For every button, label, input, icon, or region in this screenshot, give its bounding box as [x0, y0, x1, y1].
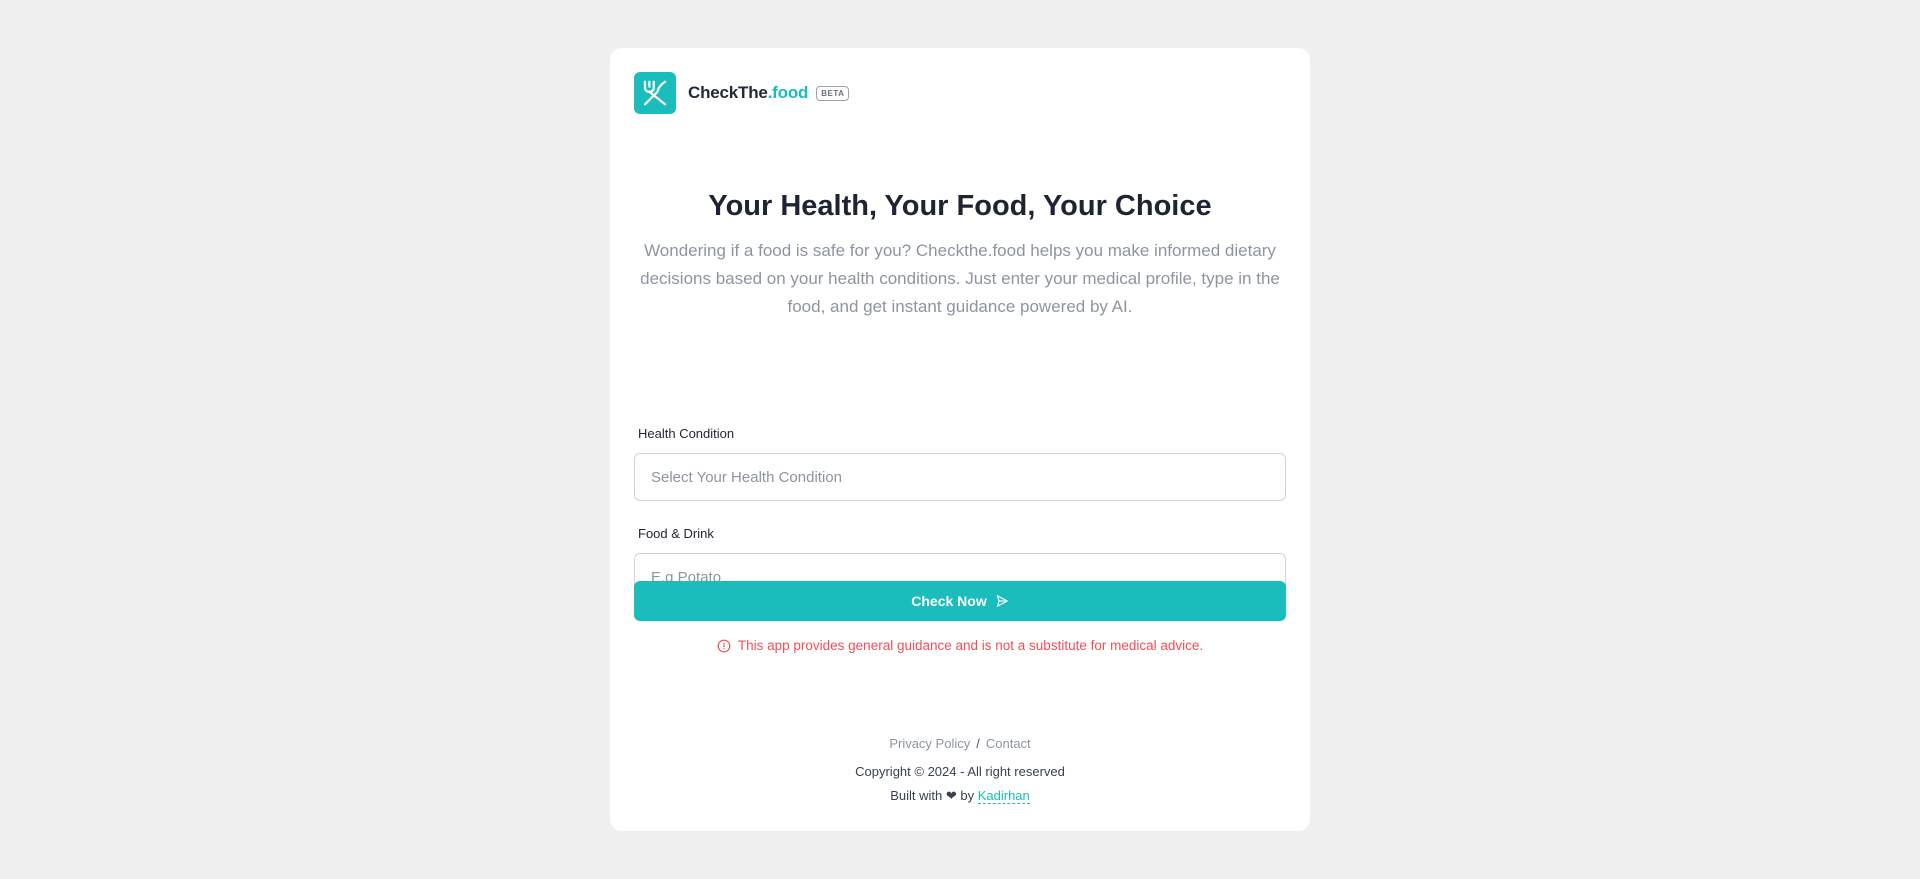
- brand-name: CheckThe.food: [688, 83, 808, 103]
- check-now-button[interactable]: Check Now: [634, 581, 1286, 621]
- brand-header[interactable]: CheckThe.food BETA: [634, 72, 850, 114]
- hero-description: Wondering if a food is safe for you? Che…: [640, 241, 1280, 316]
- footer-links: Privacy Policy / Contact: [610, 736, 1310, 751]
- privacy-policy-link[interactable]: Privacy Policy: [889, 736, 970, 751]
- brand-name-main: CheckThe: [688, 83, 768, 102]
- footer-separator: /: [976, 736, 980, 751]
- info-circle-icon: [717, 639, 731, 653]
- author-link[interactable]: Kadirhan: [977, 788, 1030, 804]
- check-now-label: Check Now: [911, 593, 987, 609]
- health-condition-label: Health Condition: [638, 426, 735, 441]
- send-icon: [995, 594, 1009, 608]
- beta-badge: BETA: [816, 85, 850, 101]
- built-with: Built with ❤ by Kadirhan: [610, 788, 1310, 804]
- health-condition-select[interactable]: Select Your Health Condition: [634, 453, 1286, 501]
- disclaimer-text: This app provides general guidance and i…: [737, 638, 1204, 653]
- main-card: CheckThe.food BETA Your Health, Your Foo…: [610, 48, 1310, 831]
- brand-name-accent: .food: [767, 83, 809, 102]
- built-with-text: Built with ❤ by: [890, 788, 975, 803]
- contact-link[interactable]: Contact: [986, 736, 1031, 751]
- disclaimer: This app provides general guidance and i…: [610, 638, 1310, 653]
- health-condition-placeholder: Select Your Health Condition: [651, 468, 842, 486]
- fork-knife-icon: [634, 72, 676, 114]
- copyright-text: Copyright © 2024 - All right reserved: [855, 764, 1065, 779]
- food-drink-label: Food & Drink: [638, 526, 714, 541]
- hero-title: Your Health, Your Food, Your Choice: [708, 190, 1212, 222]
